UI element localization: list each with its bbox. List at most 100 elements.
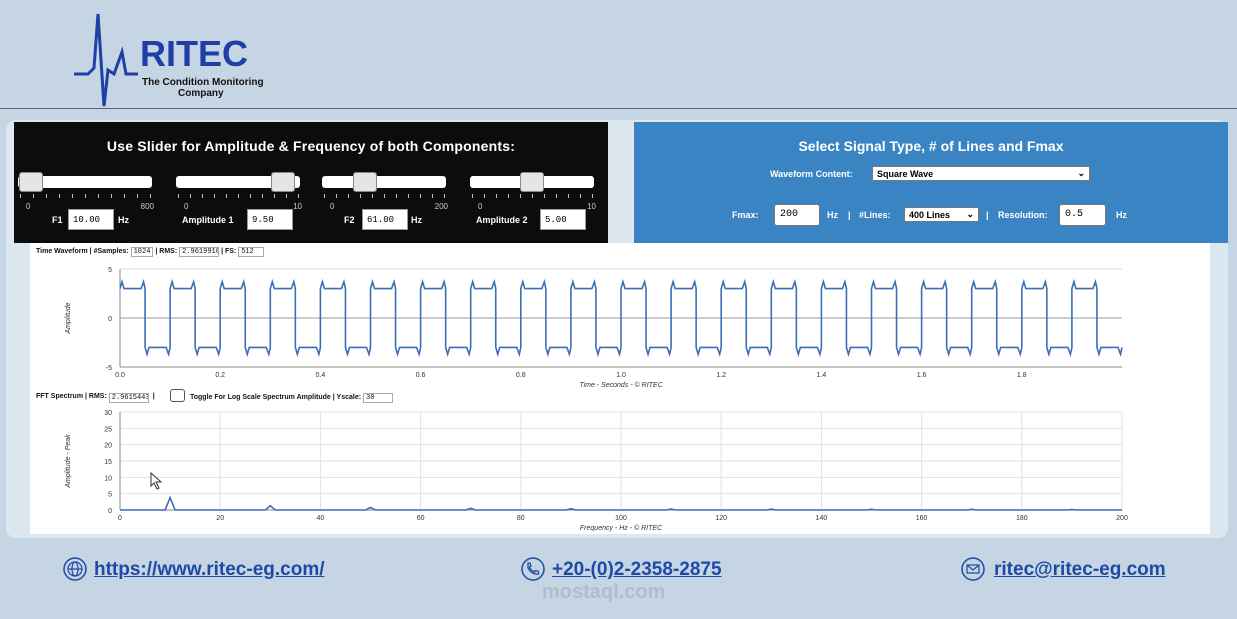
fft-spectrum-chart: 30 25 20 15 10 5 00 20 40 60 80 100 120 140 160 180 200 F… xyxy=(65,410,1128,532)
x-tick-label: 0.8 xyxy=(516,372,526,379)
x-axis-label: Time - Seconds - © RITEC xyxy=(579,381,663,389)
fs-field[interactable]: 512 xyxy=(238,247,265,257)
y-axis-label: Amplitude xyxy=(65,302,72,334)
y-tick-label: 5 xyxy=(108,267,112,274)
x-tick-label: 180 xyxy=(1016,515,1028,522)
x-tick-label: 1.4 xyxy=(817,372,827,379)
y-tick-label: -5 xyxy=(106,365,112,372)
chevron-down-icon: ⌄ xyxy=(966,209,974,219)
slider-min-label: 0 xyxy=(184,202,189,211)
mouse-cursor-icon xyxy=(150,472,163,490)
slider-tick xyxy=(250,194,251,198)
x-tick-label: 0.6 xyxy=(416,372,426,379)
fmax-unit: Hz xyxy=(827,210,838,220)
slider-3-unit: Hz xyxy=(411,215,422,225)
slider-tick xyxy=(396,194,397,198)
signal-panel: Select Signal Type, # of Lines and Fmax … xyxy=(634,122,1228,243)
slider-ticks xyxy=(472,194,593,200)
slider-tick xyxy=(59,194,60,198)
slider-tick xyxy=(592,194,593,198)
resolution-input[interactable]: 0.5 xyxy=(1059,204,1106,226)
slider-tick xyxy=(556,194,557,198)
slider-tick xyxy=(496,194,497,198)
website-link[interactable]: https://www.ritec-eg.com/ xyxy=(94,559,325,581)
phone-link[interactable]: +20-(0)2-2358-2875 xyxy=(552,559,722,581)
waveform-select[interactable]: Square Wave ⌄ xyxy=(872,166,1090,181)
y-tick-label: 20 xyxy=(104,443,112,450)
slider-tick xyxy=(324,194,325,198)
slider-tick xyxy=(408,194,409,198)
watermark: mostaql.com xyxy=(542,581,666,603)
slider-tick xyxy=(33,194,34,198)
ritec-logo: RITEC The Condition Monitoring Company xyxy=(74,12,274,108)
x-tick-label: 40 xyxy=(317,515,325,522)
phone-icon xyxy=(521,557,545,581)
slider-min-label: 0 xyxy=(478,202,483,211)
waveform-select-value: Square Wave xyxy=(877,169,934,179)
y-tick-label: 10 xyxy=(104,475,112,482)
time-rms-field[interactable]: 2.9619910 xyxy=(179,247,220,257)
chevron-down-icon: ⌄ xyxy=(1077,168,1085,178)
slider-tick xyxy=(432,194,433,198)
slider-1-unit: Hz xyxy=(118,215,129,225)
fmax-label: Fmax: xyxy=(732,210,759,220)
y-tick-label: 15 xyxy=(104,459,112,466)
slider-tick xyxy=(544,194,545,198)
y-tick-label: 0 xyxy=(108,316,112,323)
slider-tick xyxy=(274,194,275,198)
slider-tick xyxy=(580,194,581,198)
slider-tick xyxy=(98,194,99,198)
x-tick-label: 20 xyxy=(216,515,224,522)
slider-4-label: Amplitude 2 xyxy=(476,215,528,225)
x-tick-label: 60 xyxy=(417,515,425,522)
y-tick-label: 25 xyxy=(104,426,112,433)
slider-thumb[interactable] xyxy=(19,172,44,192)
slider-tick xyxy=(226,194,227,198)
x-axis-label: Frequency - Hz - © RITEC xyxy=(580,524,663,532)
fft-peak-point xyxy=(369,506,372,509)
slider-1[interactable]: 0 800 xyxy=(18,172,154,211)
slider-min-label: 0 xyxy=(26,202,31,211)
fft-peak-point xyxy=(670,508,672,510)
slider-thumb[interactable] xyxy=(271,172,295,192)
samples-field[interactable]: 1024 xyxy=(130,247,154,257)
slider-thumb[interactable] xyxy=(352,172,377,192)
slider-track[interactable] xyxy=(322,176,446,188)
fs-label: | FS: xyxy=(221,248,237,255)
slider-tick xyxy=(384,194,385,198)
time-waveform-chart: 5 0 -50.0 0.2 0.4 0.6 0.8 1.0 1.2 1.4 1.6 1.8 Time -… xyxy=(65,267,1123,389)
x-tick-label: 120 xyxy=(715,515,727,522)
footer: https://www.ritec-eg.com/ +20-(0)2-2358-… xyxy=(0,545,1237,619)
fmax-input[interactable]: 200 xyxy=(774,204,820,226)
fft-peak-point xyxy=(269,504,272,507)
slider-ticks xyxy=(324,194,445,200)
y-tick-label: 0 xyxy=(108,508,112,515)
x-tick-label: 0.4 xyxy=(316,372,326,379)
slider-2-value-input[interactable]: 9.50 xyxy=(247,209,293,230)
email-link[interactable]: ritec@ritec-eg.com xyxy=(994,559,1166,581)
slider-tick xyxy=(150,194,151,198)
slider-4[interactable]: 0 10 xyxy=(470,172,596,211)
x-tick-label: 140 xyxy=(816,515,828,522)
x-tick-label: 80 xyxy=(517,515,525,522)
slider-tick xyxy=(238,194,239,198)
slider-4-value-input[interactable]: 5.00 xyxy=(540,209,586,230)
slider-tick xyxy=(124,194,125,198)
x-tick-label: 0.0 xyxy=(115,372,125,379)
brand-name: RITEC xyxy=(140,33,248,74)
slider-tick xyxy=(72,194,73,198)
x-tick-label: 200 xyxy=(1116,515,1128,522)
slider-tick xyxy=(111,194,112,198)
fft-peak-point xyxy=(1071,508,1073,511)
slider-tick xyxy=(137,194,138,198)
slider-3-value-input[interactable]: 61.00 xyxy=(362,209,408,230)
slider-tick xyxy=(484,194,485,198)
slider-3[interactable]: 0 200 xyxy=(322,172,448,211)
slider-tick xyxy=(298,194,299,198)
lines-select[interactable]: 400 Lines ⌄ xyxy=(904,207,979,222)
x-tick-label: 0 xyxy=(118,515,122,522)
slider-thumb[interactable] xyxy=(520,172,544,192)
slider-1-value-input[interactable]: 10.00 xyxy=(68,209,114,230)
x-tick-label: 100 xyxy=(615,515,627,522)
slider-2[interactable]: 0 10 xyxy=(176,172,302,211)
